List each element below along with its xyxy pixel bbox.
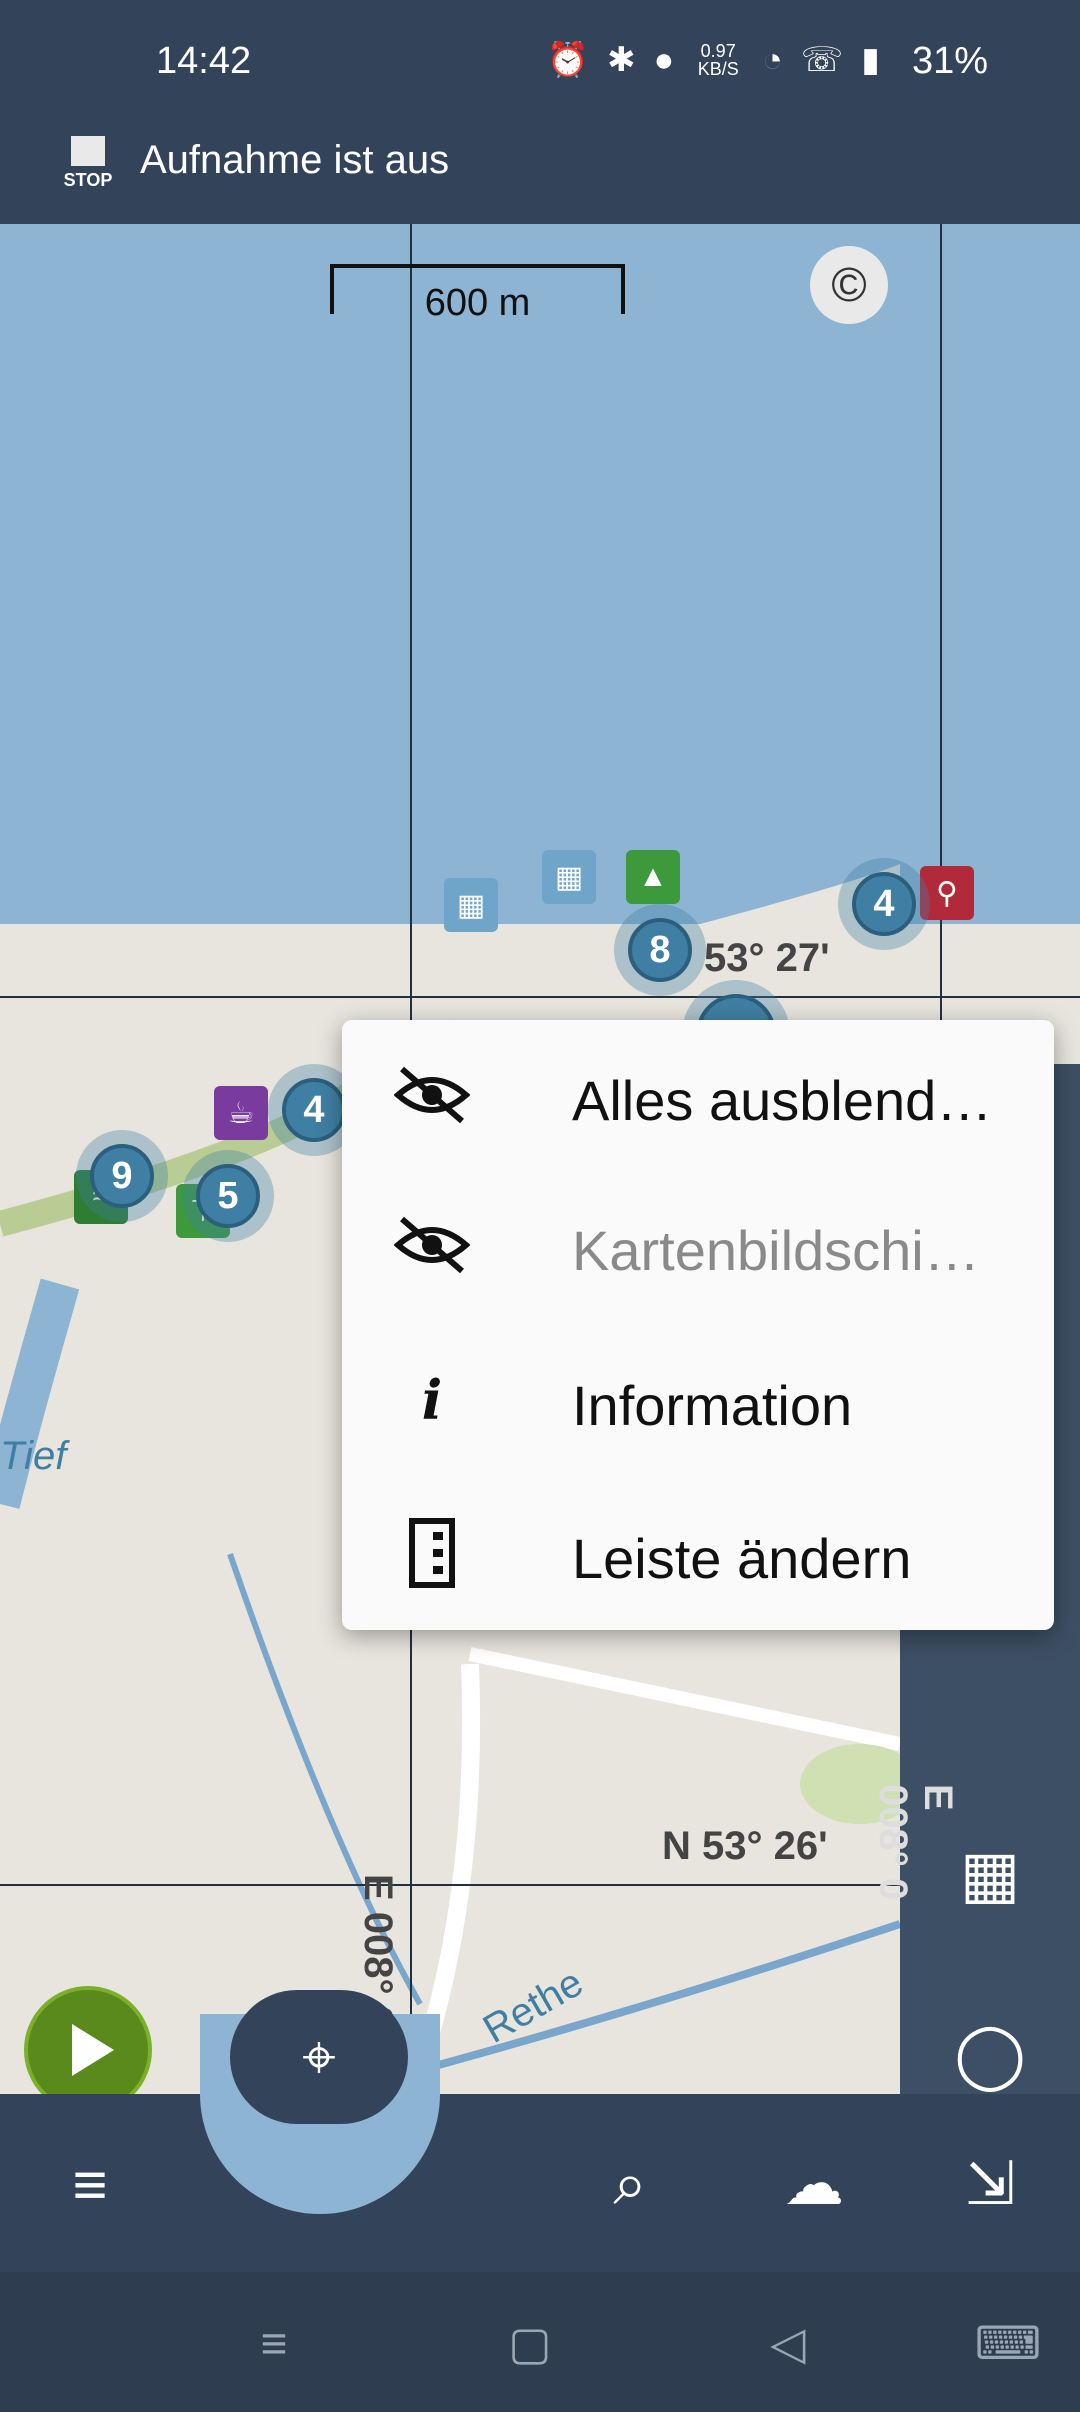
search-icon[interactable]: ⌕ — [580, 2134, 680, 2234]
coord-label-vertical-right: E 008° 0 — [871, 1784, 960, 1901]
crosshair-icon: ⌖ — [302, 2023, 336, 2090]
system-navigation: ≡ ▢ ◁ ⌨ — [0, 2272, 1080, 2412]
location-icon: ● — [653, 40, 675, 79]
poi-cluster[interactable]: 9 — [90, 1144, 154, 1208]
cafe-poi-icon[interactable]: ☕ — [214, 1086, 268, 1140]
campsite-poi-icon[interactable]: ▲ — [626, 850, 680, 904]
stop-icon — [71, 136, 105, 166]
menu-item-map-screen[interactable]: Kartenbildschi… — [342, 1170, 1054, 1320]
play-icon — [72, 2024, 114, 2076]
eye-off-icon — [392, 1210, 472, 1280]
stop-label: STOP — [63, 170, 113, 190]
back-icon[interactable]: ◁ — [748, 2316, 828, 2370]
context-menu: Alles ausblend… Kartenbildschi… i Inform… — [342, 1020, 1054, 1630]
keyboard-icon[interactable]: ⌨ — [968, 2316, 1048, 2370]
copyright-button[interactable]: © — [810, 246, 888, 324]
menu-item-label: Leiste ändern — [572, 1527, 912, 1590]
my-location-button[interactable]: ⌖ — [230, 1990, 408, 2124]
status-bar: 14:42 ⏰ ✱ ● 0.97 KB/S ◔ ☏ ▮ 31% — [0, 0, 1080, 108]
network-speed: 0.97 KB/S — [697, 41, 739, 79]
recording-bar: STOP Aufnahme ist aus — [0, 108, 1080, 224]
bottom-navigation: ≡ ⌕ ☁ ⇲ — [0, 2014, 1080, 2274]
layout-icon — [392, 1518, 472, 1588]
photo-poi-icon[interactable]: ▦ — [542, 850, 596, 904]
menu-item-label: Kartenbildschi… — [572, 1219, 980, 1282]
grid-line-h — [0, 996, 1080, 998]
poi-cluster[interactable]: 4 — [852, 872, 916, 936]
menu-item-label: Alles ausblend… — [572, 1069, 993, 1132]
info-icon: i — [421, 1368, 443, 1432]
menu-icon[interactable]: ≡ — [40, 2134, 140, 2234]
menu-item-change-bar[interactable]: Leiste ändern — [342, 1478, 1054, 1628]
weather-icon[interactable]: ☁ — [764, 2134, 864, 2234]
poi-cluster[interactable]: 8 — [628, 918, 692, 982]
status-time: 14:42 — [156, 40, 252, 82]
status-icons: ⏰ ✱ ● 0.97 KB/S ◔ ☏ ▮ — [547, 40, 880, 80]
coord-label-bottom: N 53° 26' — [662, 1824, 828, 1868]
poi-cluster[interactable]: 4 — [282, 1078, 346, 1142]
battery-level: 31% — [911, 40, 988, 82]
toilets-poi-icon[interactable]: ⚲ — [920, 866, 974, 920]
wifi-icon: ◔ — [762, 40, 783, 79]
lasso-icon[interactable]: ◯ — [940, 2004, 1040, 2104]
place-label-tief: Tief — [0, 1434, 67, 1478]
menu-item-hide-all[interactable]: Alles ausblend… — [342, 1020, 1054, 1170]
signal-icon: ▮ — [861, 41, 880, 79]
recording-status: Aufnahme ist aus — [140, 138, 450, 182]
stop-button[interactable]: STOP — [58, 126, 118, 208]
eye-off-icon — [392, 1060, 472, 1130]
poi-cluster[interactable]: 5 — [196, 1164, 260, 1228]
coord-label-top: 53° 27' — [704, 936, 830, 980]
recent-apps-icon[interactable]: ≡ — [234, 2316, 314, 2370]
menu-item-information[interactable]: i Information — [342, 1325, 1054, 1475]
alarm-icon: ⏰ — [546, 41, 590, 79]
menu-item-label: Information — [572, 1374, 853, 1437]
scale-bar: 600 m — [330, 244, 625, 336]
call-icon: ☏ — [800, 41, 844, 79]
home-icon[interactable]: ▢ — [490, 2316, 570, 2370]
exit-icon[interactable]: ⇲ — [940, 2134, 1040, 2234]
bluetooth-icon: ✱ — [607, 41, 636, 79]
photo-poi-icon[interactable]: ▦ — [444, 878, 498, 932]
